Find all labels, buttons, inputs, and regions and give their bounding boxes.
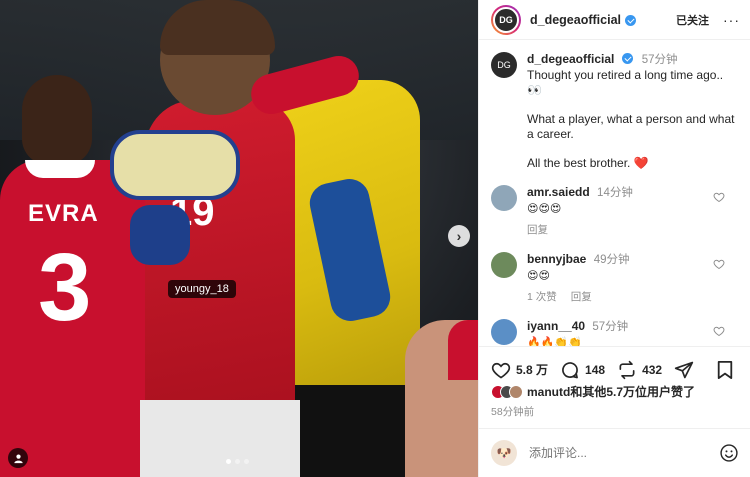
comment-text: 😍😍: [527, 270, 550, 282]
caption: DG d_degeaofficial 57分钟 Thought you reti…: [491, 52, 739, 171]
comment-icon: [562, 361, 578, 378]
comment-time: 49分钟: [593, 254, 630, 266]
carousel-dot-active: [226, 459, 231, 464]
more-icon[interactable]: ···: [723, 13, 740, 27]
send-button[interactable]: [674, 360, 699, 380]
caption-line: What a player, what a person and what a …: [527, 112, 735, 141]
post-timestamp: 58分钟前: [491, 406, 535, 418]
comment-username[interactable]: amr.saiedd: [527, 185, 590, 199]
user-tag-icon: [13, 454, 23, 463]
following-button[interactable]: 已关注: [676, 12, 709, 28]
comment-item: bennyjbae 49分钟 😍😍 1 次赞 回复: [491, 252, 739, 305]
carousel-dot: [235, 459, 240, 464]
add-comment-bar: 🐶: [479, 428, 750, 477]
carousel-dot: [244, 459, 249, 464]
liked-by-text: manutd和其他5.7万位用户赞了: [527, 385, 696, 399]
avatar: [509, 384, 523, 399]
share-icon: [619, 360, 635, 379]
comment-input[interactable]: [529, 446, 699, 460]
bookmark-icon: [717, 360, 733, 379]
comment-time: 57分钟: [592, 321, 629, 333]
post-header: DG d_degeaofficial 已关注 ···: [479, 0, 750, 40]
avatar[interactable]: DG: [491, 52, 517, 78]
reply-button[interactable]: 回复: [527, 223, 548, 238]
player-evra: EVRA 3: [0, 75, 160, 477]
comment-username[interactable]: bennyjbae: [527, 252, 586, 266]
goalkeeper-glove: [110, 130, 240, 200]
comment-text: 🔥🔥👏👏: [527, 337, 582, 346]
like-button[interactable]: 5.8 万: [491, 360, 548, 380]
comment-like-heart-icon[interactable]: [713, 191, 725, 203]
comment-like-heart-icon[interactable]: [713, 325, 725, 337]
like-count: 5.8 万: [516, 363, 549, 377]
author-avatar-ring[interactable]: DG: [491, 4, 521, 35]
white-shorts: [140, 400, 300, 477]
avatar: 🐶: [491, 440, 517, 466]
reply-button[interactable]: 回复: [571, 290, 592, 305]
caption-line: All the best brother.: [527, 156, 631, 170]
post-side-panel: DG d_degeaofficial 已关注 ··· DG d_degeaoff…: [478, 0, 750, 477]
comment-like-heart-icon[interactable]: [713, 258, 725, 270]
user-tag-pill[interactable]: youngy_18: [168, 280, 236, 298]
comment-time: 14分钟: [597, 187, 633, 199]
heart-emoji: ❤️: [633, 156, 649, 170]
caption-time: 57分钟: [641, 54, 678, 66]
jersey-number-left: 3: [38, 234, 92, 341]
share-count: 432: [642, 362, 663, 377]
chevron-right-icon: ›: [456, 228, 462, 244]
instagram-post-modal: EVRA 3 19 youngy_18 › DG d_degeaofficial…: [0, 0, 750, 477]
caption-line: Thought you retired a long time ago..: [527, 68, 724, 82]
comments-list[interactable]: DG d_degeaofficial 57分钟 Thought you reti…: [479, 40, 750, 346]
emoji-icon[interactable]: [719, 443, 739, 463]
goalkeeper-glove-wrist: [130, 205, 190, 265]
repost-button[interactable]: 432: [617, 360, 662, 380]
liked-by[interactable]: manutd和其他5.7万位用户赞了: [491, 383, 695, 400]
avatar[interactable]: [491, 185, 517, 211]
author-username[interactable]: d_degeaofficial: [530, 13, 621, 27]
comment-text: 😍😍😍: [527, 203, 562, 215]
verified-badge-icon: [625, 15, 636, 26]
player-evra-head: [22, 75, 92, 165]
comment-button[interactable]: 148: [560, 360, 605, 380]
heart-icon: [491, 362, 511, 378]
comment-likes-count[interactable]: 1 次赞: [527, 290, 557, 305]
next-slide-button[interactable]: ›: [448, 225, 470, 247]
caption-line: 👀: [527, 83, 542, 97]
avatar: DG: [493, 6, 519, 33]
comment-item: amr.saiedd 14分钟 😍😍😍 回复: [491, 185, 739, 238]
comment-username[interactable]: iyann__40: [527, 319, 585, 333]
send-icon: [674, 361, 694, 378]
jersey-name: EVRA: [28, 200, 99, 227]
caption-username[interactable]: d_degeaofficial: [527, 52, 614, 66]
carousel-dots: [226, 459, 249, 464]
avatar[interactable]: [491, 319, 517, 345]
post-photo[interactable]: EVRA 3 19 youngy_18 ›: [0, 0, 478, 477]
player-evra-collar: [25, 160, 95, 178]
tagged-users-button[interactable]: [8, 448, 28, 468]
teammate-sleeve-right: [448, 320, 478, 380]
comment-item: iyann__40 57分钟 🔥🔥👏👏: [491, 319, 739, 346]
avatar[interactable]: [491, 252, 517, 278]
save-button[interactable]: [716, 360, 739, 380]
comment-count: 148: [585, 362, 606, 377]
verified-badge-icon: [622, 53, 634, 64]
